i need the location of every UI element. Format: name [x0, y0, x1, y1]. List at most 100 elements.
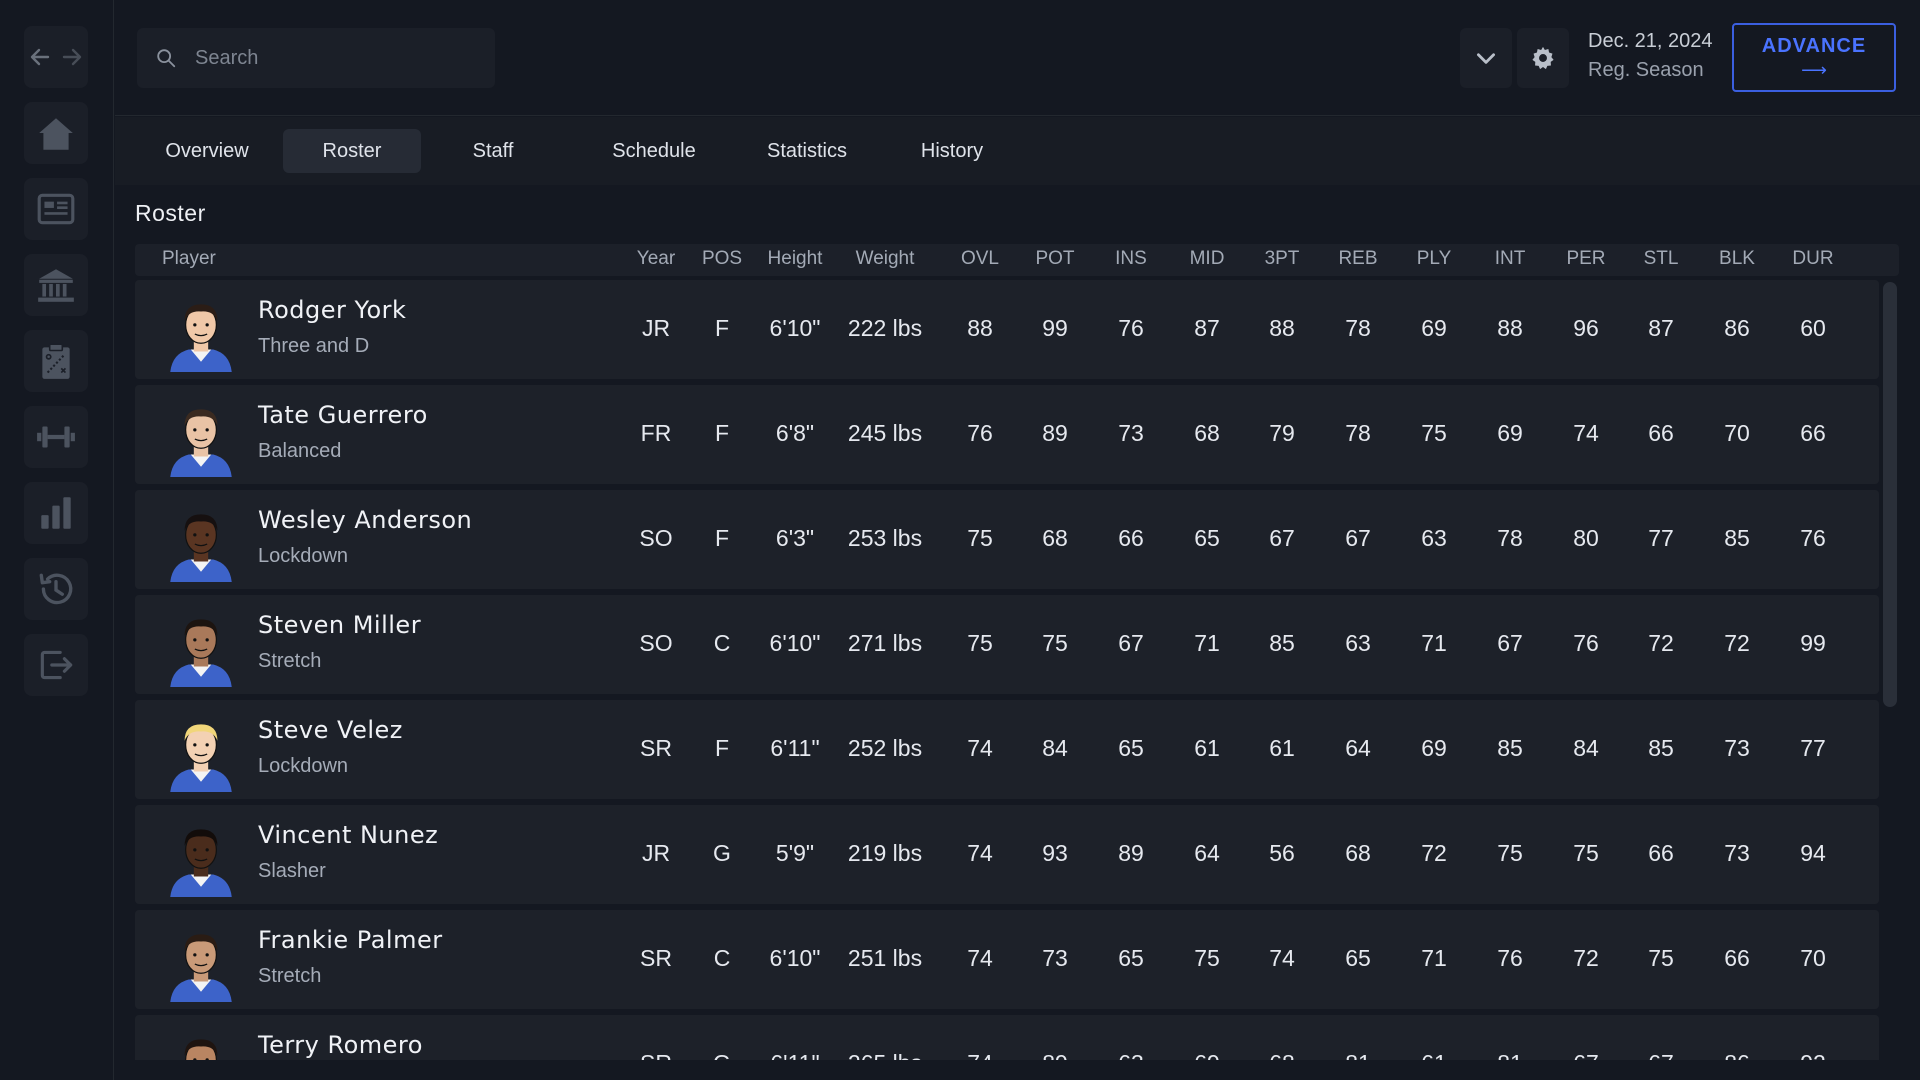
table-row[interactable]: Wesley Anderson Lockdown SO F 6'3" 253 lbs 75 6…	[135, 490, 1879, 589]
cell-tpt: 56	[1269, 840, 1295, 866]
col-year[interactable]: Year	[637, 248, 675, 270]
player-name[interactable]: Tate Guerrero	[258, 401, 428, 429]
cell-tpt: 88	[1269, 315, 1295, 341]
cell-ply: 75	[1421, 420, 1447, 446]
back-arrow-icon[interactable]	[27, 44, 53, 70]
sidebar-item-logout[interactable]	[24, 634, 88, 696]
player-name[interactable]: Steve Velez	[258, 716, 403, 744]
cell-dur: 66	[1800, 420, 1826, 446]
cell-pot: 89	[1042, 1050, 1068, 1060]
cell-reb: 63	[1345, 630, 1371, 656]
cell-dur: 77	[1800, 735, 1826, 761]
tab-history[interactable]: History	[887, 129, 1017, 173]
player-archetype: Stretch	[258, 650, 322, 672]
cell-reb: 78	[1345, 420, 1371, 446]
col-per[interactable]: PER	[1566, 248, 1605, 270]
col-weight[interactable]: Weight	[856, 248, 915, 270]
cell-tpt: 61	[1269, 735, 1295, 761]
table-row[interactable]: Terry Romero SR G 6'11" 265 lbs 74 89 63 69 68 81 6…	[135, 1015, 1879, 1060]
col-dur[interactable]: DUR	[1792, 248, 1833, 270]
cell-pos: G	[713, 840, 731, 866]
table-row[interactable]: Tate Guerrero Balanced FR F 6'8" 245 lbs 76 89 7…	[135, 385, 1879, 484]
col-blk[interactable]: BLK	[1719, 248, 1755, 270]
table-row[interactable]: Rodger York Three and D JR F 6'10" 222 lbs 88 9…	[135, 280, 1879, 379]
col-stl[interactable]: STL	[1644, 248, 1679, 270]
cell-year: SR	[640, 735, 672, 761]
stats-icon	[41, 497, 71, 529]
player-name[interactable]: Steven Miller	[258, 611, 421, 639]
cell-ins: 65	[1118, 945, 1144, 971]
sidebar	[0, 0, 114, 1080]
cell-ins: 73	[1118, 420, 1144, 446]
cell-ply: 63	[1421, 525, 1447, 551]
cell-tpt: 85	[1269, 630, 1295, 656]
table-row[interactable]: Frankie Palmer Stretch SR C 6'10" 251 lbs 74 73…	[135, 910, 1879, 1009]
tab-schedule[interactable]: Schedule	[580, 129, 728, 173]
cell-per: 96	[1573, 315, 1599, 341]
search-box[interactable]	[137, 28, 495, 88]
col-ply[interactable]: PLY	[1417, 248, 1452, 270]
cell-dur: 99	[1800, 630, 1826, 656]
cell-tpt: 79	[1269, 420, 1295, 446]
col-player[interactable]: Player	[162, 248, 216, 270]
col-mid[interactable]: MID	[1190, 248, 1225, 270]
player-archetype: Balanced	[258, 440, 342, 462]
sidebar-item-stats[interactable]	[24, 482, 88, 544]
cell-height: 6'10"	[769, 945, 821, 971]
player-name[interactable]: Wesley Anderson	[258, 506, 472, 534]
sidebar-item-institution[interactable]	[24, 254, 88, 316]
col-ins[interactable]: INS	[1115, 248, 1147, 270]
cell-int: 78	[1497, 525, 1523, 551]
cell-year: SR	[640, 945, 672, 971]
sidebar-item-training[interactable]	[24, 406, 88, 468]
cell-year: FR	[640, 420, 672, 446]
dropdown-button[interactable]	[1460, 28, 1512, 88]
tab-statistics[interactable]: Statistics	[732, 129, 882, 173]
player-avatar	[170, 409, 232, 477]
player-name[interactable]: Frankie Palmer	[258, 926, 443, 954]
forward-arrow-icon[interactable]	[59, 44, 85, 70]
institution-icon	[38, 269, 74, 302]
cell-pos: C	[713, 945, 731, 971]
search-input[interactable]	[195, 46, 475, 70]
cell-mid: 87	[1194, 315, 1220, 341]
sidebar-item-history[interactable]	[24, 558, 88, 620]
col-ovl[interactable]: OVL	[961, 248, 999, 270]
player-name[interactable]: Terry Romero	[258, 1031, 423, 1059]
tab-roster[interactable]: Roster	[283, 129, 421, 173]
col-reb[interactable]: REB	[1338, 248, 1377, 270]
col-height[interactable]: Height	[768, 248, 823, 270]
tab-staff[interactable]: Staff	[433, 129, 553, 173]
cell-height: 6'3"	[775, 525, 815, 551]
sidebar-item-clipboard[interactable]	[24, 330, 88, 392]
tab-overview[interactable]: Overview	[137, 129, 277, 173]
advance-button[interactable]: ADVANCE ⟶	[1732, 23, 1896, 92]
settings-button[interactable]	[1517, 28, 1569, 88]
cell-height: 6'11"	[770, 1050, 819, 1060]
table-row[interactable]: Steven Miller Stretch SO C 6'10" 271 lbs 75 75 6…	[135, 595, 1879, 694]
sidebar-item-news[interactable]	[24, 178, 88, 240]
cell-per: 67	[1573, 1050, 1599, 1060]
cell-tpt: 68	[1269, 1050, 1295, 1060]
cell-int: 69	[1497, 420, 1523, 446]
current-date: Dec. 21, 2024	[1588, 30, 1713, 52]
player-name[interactable]: Vincent Nunez	[258, 821, 438, 849]
cell-per: 76	[1573, 630, 1599, 656]
player-archetype: Three and D	[258, 335, 370, 357]
history-icon	[39, 573, 73, 605]
col-int[interactable]: INT	[1495, 248, 1526, 270]
col-pot[interactable]: POT	[1035, 248, 1074, 270]
col-3pt[interactable]: 3PT	[1265, 248, 1300, 270]
cell-reb: 81	[1345, 1050, 1371, 1060]
player-archetype: Slasher	[258, 860, 326, 882]
cell-weight: 253 lbs	[847, 525, 923, 551]
sidebar-item-home[interactable]	[24, 102, 88, 164]
table-row[interactable]: Steve Velez Lockdown SR F 6'11" 252 lbs 74 84 65…	[135, 700, 1879, 799]
player-avatar	[184, 1039, 218, 1060]
table-row[interactable]: Vincent Nunez Slasher JR G 5'9" 219 lbs 74 93 89…	[135, 805, 1879, 904]
cell-int: 75	[1497, 840, 1523, 866]
cell-dur: 70	[1800, 945, 1826, 971]
col-pos[interactable]: POS	[702, 248, 742, 270]
scrollbar[interactable]	[1883, 282, 1897, 707]
player-name[interactable]: Rodger York	[258, 296, 406, 324]
